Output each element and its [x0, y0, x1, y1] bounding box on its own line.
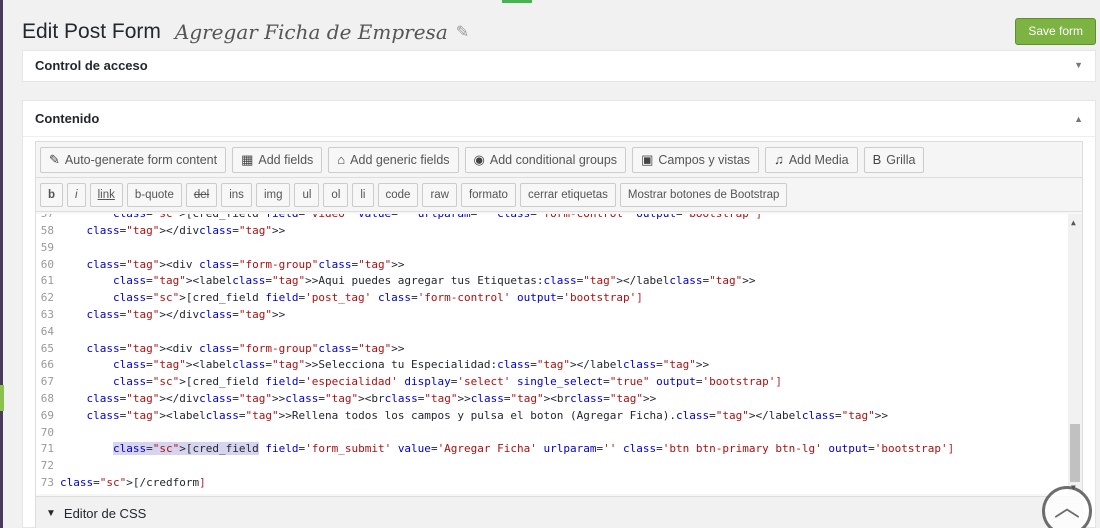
line-number: 61 [40, 274, 54, 288]
css-editor-panel[interactable]: ▼ Editor de CSS [36, 496, 1082, 528]
code-line: 65 class="tag"><div class="form-group"cl… [36, 340, 1066, 357]
code-line: 59 [36, 239, 1066, 256]
bootstrap-icon: B [872, 152, 882, 167]
quicktag-code-button[interactable]: code [377, 182, 419, 207]
quicktag-formato-button[interactable]: formato [460, 182, 516, 207]
quicktag-b-button[interactable]: b [40, 182, 64, 207]
line-number: 60 [40, 257, 54, 271]
code-line: 68 class="tag"></divclass="tag">>class="… [36, 390, 1066, 407]
line-number: 69 [40, 408, 54, 422]
code-line: 71 class="sc">[cred_field field='form_su… [36, 440, 1066, 457]
code-line: 73 class="sc">[/credform] [36, 474, 1066, 491]
content-header[interactable]: Contenido ▲ [23, 101, 1095, 137]
line-number: 73 [40, 476, 54, 489]
scroll-up-icon[interactable]: ▲ [1071, 218, 1076, 227]
form-name: Agregar Ficha de Empresa [174, 20, 448, 44]
access-control-header[interactable]: Control de acceso ▼ [23, 51, 1095, 79]
toolbar-add-conditional-groups-button[interactable]: ◉ Add conditional groups [464, 146, 627, 173]
toolbar-add-generic-fields-button[interactable]: ⌂ Add generic fields [328, 146, 459, 173]
magic-wand-icon: ✎ [49, 151, 60, 167]
access-control-title: Control de acceso [35, 57, 148, 73]
line-number: 65 [40, 341, 54, 355]
code-line: 58 class="tag"></divclass="tag">> [36, 222, 1066, 239]
triangle-down-icon: ▼ [46, 508, 56, 519]
eye-icon: ◉ [473, 151, 485, 167]
code-line: 72 [36, 457, 1066, 474]
code-line: 61 class="tag"><labelclass="tag">>Aqui p… [36, 272, 1066, 289]
quicktag-img-button[interactable]: img [255, 182, 291, 207]
vertical-scrollbar[interactable]: ▲ ▼ [1068, 214, 1082, 494]
access-control-panel: Control de acceso ▼ [22, 50, 1096, 82]
content-panel: Contenido ▲ ✎ Auto-generate form content ▦… [22, 100, 1096, 528]
quicktag-mostrar-botones-de-bootstrap-button[interactable]: Mostrar botones de Bootstrap [619, 182, 788, 207]
admin-menu-marker [0, 385, 4, 411]
line-number: 72 [40, 459, 54, 473]
toolbar-campos-y-vistas-button[interactable]: ▣ Campos y vistas [632, 146, 760, 173]
toolbar-button-label: Auto-generate form content [64, 152, 218, 167]
css-editor-title: Editor de CSS [63, 506, 147, 521]
chevron-up-circle-icon: ︿ [1053, 492, 1080, 522]
page-title: Edit Post Form [22, 20, 161, 43]
line-number: 59 [40, 240, 54, 254]
toolbar-button-label: Add Media [788, 152, 849, 167]
page-header: Edit Post Form Agregar Ficha de Empresa … [22, 14, 1100, 50]
toolbar-button-label: Add generic fields [350, 152, 450, 167]
top-accent [502, 0, 532, 3]
fields-grid-icon: ▦ [241, 151, 254, 167]
quicktags-bar: b i link b-quote del ins img ul ol li code raw forma… [36, 178, 1082, 212]
toolbar-button-label: Campos y vistas [658, 152, 751, 167]
code-line: 67 class="sc">[cred_field field='especia… [36, 373, 1066, 390]
quicktag-link-button[interactable]: link [89, 182, 123, 207]
code-line: 64 [36, 323, 1066, 340]
quicktag-cerrar-etiquetas-button[interactable]: cerrar etiquetas [519, 182, 616, 207]
line-number: 70 [40, 425, 54, 439]
code-line-partial: 57 class="sc">[cred_field field='video' … [36, 214, 1066, 222]
code-line: 62 class="sc">[cred_field field='post_ta… [36, 289, 1066, 306]
content-title: Contenido [35, 111, 100, 126]
scrollbar-thumb[interactable] [1070, 424, 1080, 482]
line-number: 58 [40, 224, 54, 237]
chevron-up-icon[interactable]: ▲ [1074, 114, 1083, 124]
line-number: 68 [40, 392, 54, 405]
line-number: 63 [40, 308, 54, 321]
toolbar-button-label: Grilla [886, 152, 916, 167]
save-form-button[interactable]: Save form [1015, 18, 1096, 45]
quicktag-ins-button[interactable]: ins [221, 182, 252, 207]
pencil-icon[interactable]: ✎ [456, 22, 469, 42]
quicktag-raw-button[interactable]: raw [422, 182, 457, 207]
line-number: 62 [40, 291, 54, 305]
quicktag-ol-button[interactable]: ol [323, 182, 349, 207]
code-line: 66 class="tag"><labelclass="tag">>Selecc… [36, 356, 1066, 373]
quicktag-i-button[interactable]: i [67, 182, 86, 207]
toolbar-button-label: Add fields [258, 152, 314, 167]
chevron-down-icon[interactable]: ▼ [1074, 60, 1083, 70]
code-line: 70 [36, 424, 1066, 441]
line-number: 71 [40, 442, 54, 456]
quicktag-del-button[interactable]: del [185, 182, 218, 207]
admin-menu-edge [0, 0, 3, 528]
scroll-to-top-button[interactable]: ︿ [1042, 486, 1092, 528]
line-number: 64 [40, 324, 54, 338]
quicktag-ul-button[interactable]: ul [294, 182, 320, 207]
quicktag-li-button[interactable]: li [352, 182, 374, 207]
editor-toolbar: ✎ Auto-generate form content ▦ Add fields ⌂ A… [36, 142, 1082, 178]
toolbar-grilla-button[interactable]: B Grilla [863, 146, 925, 173]
code-editor[interactable]: ▲ ▼ 57 class="sc">[cred_field field='vid… [36, 214, 1082, 494]
form-editor: ✎ Auto-generate form content ▦ Add fields ⌂ A… [35, 141, 1083, 528]
code-line: 69 class="tag"><labelclass="tag">>Rellen… [36, 407, 1066, 424]
toolbar-add-fields-button[interactable]: ▦ Add fields [232, 146, 323, 173]
code-line: 63 class="tag"></divclass="tag">> [36, 306, 1066, 323]
line-number: 67 [40, 375, 54, 389]
quicktag-b-quote-button[interactable]: b-quote [126, 182, 182, 207]
tag-icon: ⌂ [337, 152, 346, 167]
line-number: 66 [40, 358, 54, 372]
media-icon: ♫ [774, 152, 784, 167]
calendar-icon: ▣ [641, 151, 654, 167]
toolbar-auto-generate-form-content-button[interactable]: ✎ Auto-generate form content [40, 146, 227, 173]
toolbar-add-media-button[interactable]: ♫ Add Media [765, 146, 858, 173]
toolbar-button-label: Add conditional groups [489, 152, 618, 167]
code-line: 60 class="tag"><div class="form-group"cl… [36, 256, 1066, 273]
